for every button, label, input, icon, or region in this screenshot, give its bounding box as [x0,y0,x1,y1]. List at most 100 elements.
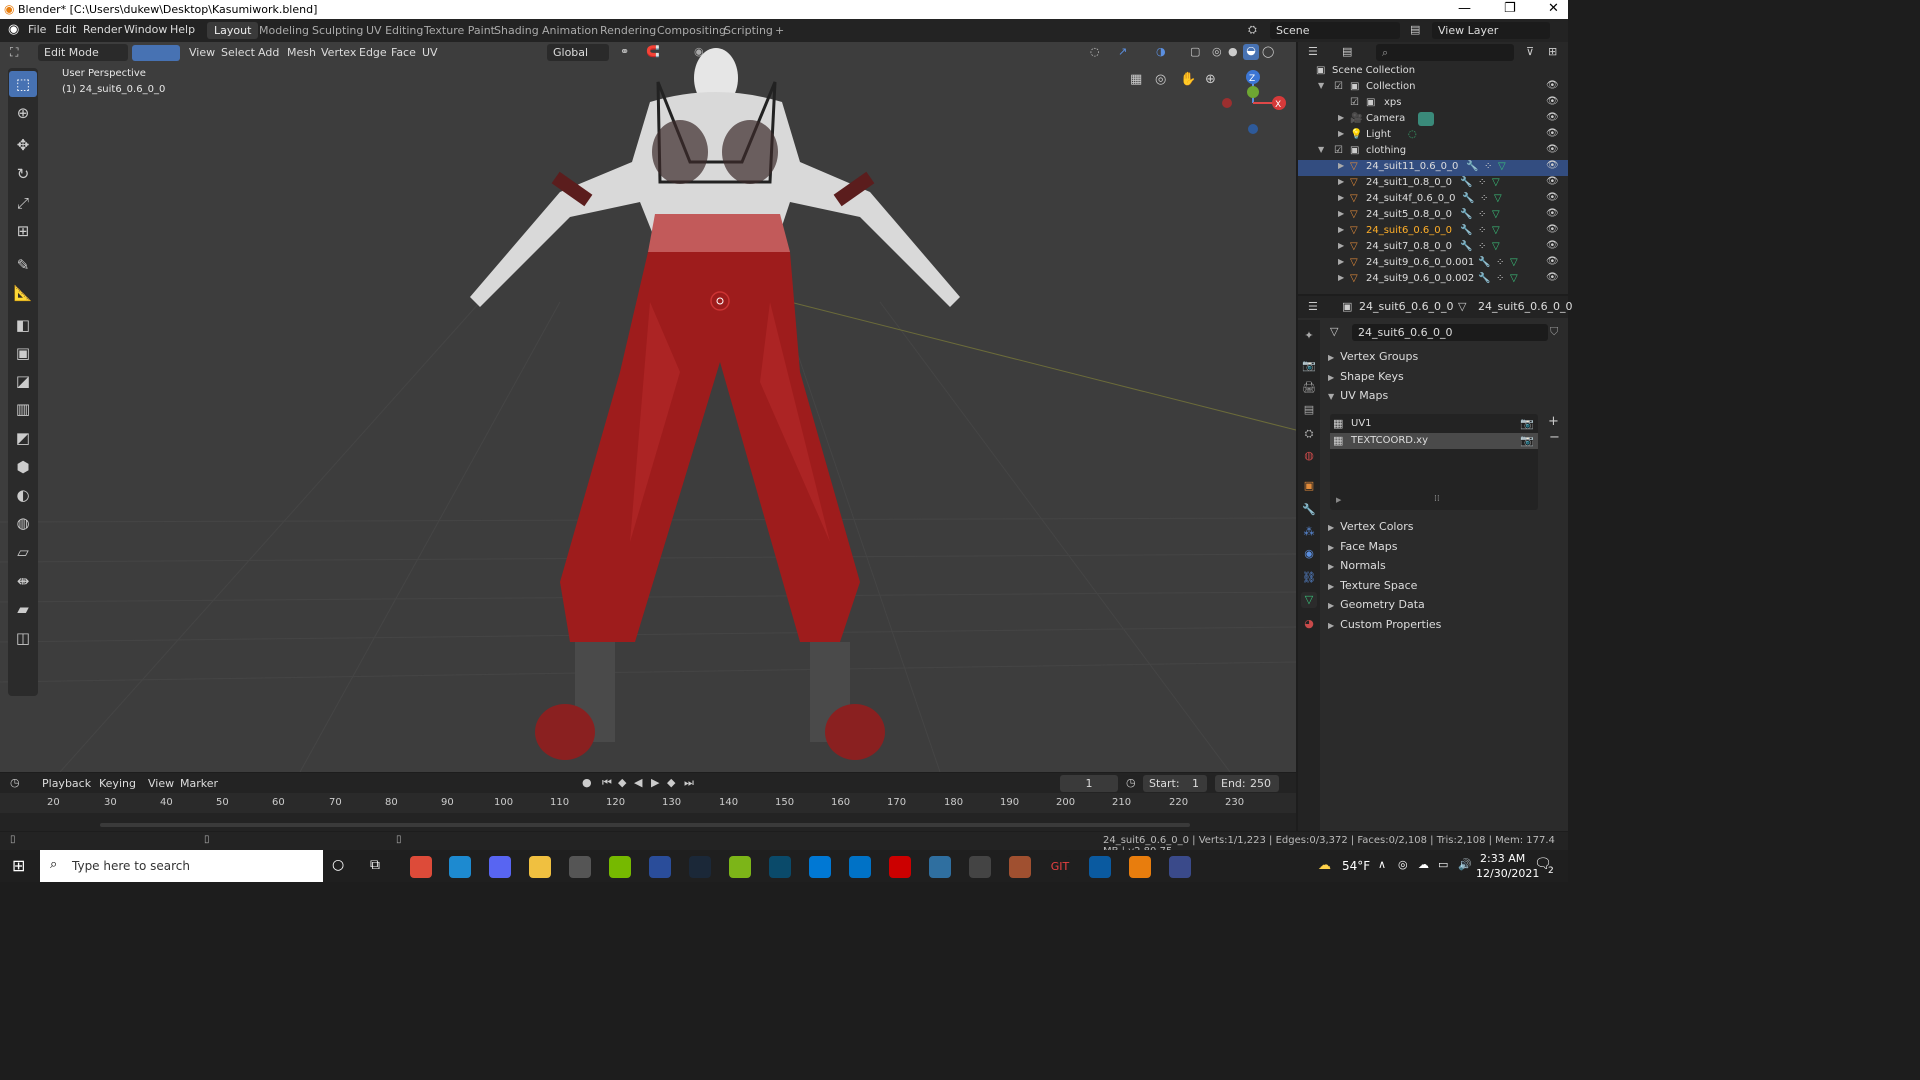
outliner-row[interactable]: ▼ ☑ ▣ clothing 👁 [1298,144,1568,160]
camera-view-icon[interactable]: ◎ [1155,72,1166,87]
outliner-row[interactable]: ▶ ▽ 24_suit4f_0.6_0_0 🔧 ⁘ ▽ 👁 [1298,192,1568,208]
outliner-row[interactable]: ▶ ▽ 24_suit7_0.8_0_0 🔧 ⁘ ▽ 👁 [1298,240,1568,256]
pivot-icon[interactable]: ⚭ [620,45,629,58]
snap-icon[interactable]: 🧲 [646,45,660,58]
measure-icon[interactable]: 📐 [9,280,37,306]
eye-icon[interactable]: 👁 [1546,80,1559,91]
world-tab-icon[interactable]: ◍ [1301,448,1317,464]
mesh-data-icon[interactable]: ▽ [1492,225,1500,236]
outliner-search-input[interactable]: ⌕ [1376,44,1514,61]
eye-icon[interactable]: 👁 [1546,128,1559,139]
vertex-groups-icon[interactable]: ⁘ [1478,225,1486,236]
outliner-row[interactable]: ☑ ▣ xps 👁 [1298,96,1568,112]
play-icon[interactable]: ▶ [651,776,659,789]
rip-region-icon[interactable]: ◫ [9,625,37,651]
list-resize-handle-icon[interactable]: ⁞⁞ [1434,494,1440,504]
start-frame-field[interactable]: Start: 1 [1143,775,1207,792]
outliner-row[interactable]: ▼ ☑ ▣ Collection 👁 [1298,80,1568,96]
record-icon[interactable]: ● [582,776,592,789]
poly-build-icon[interactable]: ⬢ [9,454,37,480]
modifier-icon[interactable]: 🔧 [1466,161,1478,172]
mesh-data-icon[interactable]: ▽ [1492,209,1500,220]
checkbox-icon[interactable]: ☑ [1334,81,1343,92]
checkbox-icon[interactable]: ☑ [1334,145,1343,156]
menu-keying[interactable]: Keying [93,775,142,792]
outliner-row[interactable]: ▶ ▽ 24_suit9_0.6_0_0.002 🔧 ⁘ ▽ 👁 [1298,272,1568,288]
annotate-icon[interactable]: ✎ [9,252,37,278]
section-face-maps[interactable]: ▶ Face Maps [1328,540,1397,558]
menu-playback[interactable]: Playback [36,775,97,792]
expand-chevron-icon[interactable]: ▶ [1338,209,1344,218]
taskbar-search-box[interactable]: ⌕ Type here to search [40,850,323,882]
mesh-name-field[interactable]: 24_suit6_0.6_0_0 [1352,324,1548,341]
app-icon[interactable] [969,856,991,878]
mesh-data-icon[interactable]: ▽ [1492,177,1500,188]
expand-chevron-icon[interactable]: ▼ [1318,81,1324,90]
select-mode-buttons[interactable] [132,45,180,61]
expand-chevron-icon[interactable]: ▶ [1338,273,1344,282]
vertex-groups-icon[interactable]: ⁘ [1496,273,1504,284]
wireframe-shading-icon[interactable]: ◎ [1212,45,1222,58]
expand-chevron-icon[interactable]: ▼ [1318,145,1324,154]
proportional-edit-icon[interactable]: ◉ [694,45,704,58]
cursor-icon[interactable]: ⊕ [9,100,37,126]
shear-icon[interactable]: ▰ [9,596,37,622]
maximize-button[interactable]: ❐ [1504,1,1516,16]
eye-icon[interactable]: 👁 [1546,112,1559,123]
mail-icon[interactable] [849,856,871,878]
frame-ruler[interactable] [0,793,1296,813]
eye-icon[interactable]: 👁 [1546,208,1559,219]
outliner-row[interactable]: ▶ 💡 Light ◌ 👁 [1298,128,1568,144]
smooth-icon[interactable]: ◍ [9,510,37,536]
bevel-icon[interactable]: ◪ [9,368,37,394]
eye-icon[interactable]: 👁 [1546,240,1559,251]
modifier-icon[interactable]: 🔧 [1460,241,1472,252]
scene-field[interactable]: Scene [1270,22,1400,39]
app-icon[interactable] [649,856,671,878]
new-collection-icon[interactable]: ⊞ [1548,45,1557,58]
list-expand-icon[interactable]: ▶ [1336,496,1341,504]
next-keyframe-icon[interactable]: ◆ [667,776,675,789]
app-icon[interactable] [1009,856,1031,878]
editor-type-icon[interactable]: ⛶ [10,45,18,60]
scene-tab-icon[interactable]: ⛭ [1301,426,1317,442]
light-data-icon[interactable]: ◌ [1408,129,1417,140]
timeline-editor-icon[interactable]: ◷ [10,776,20,789]
expand-chevron-icon[interactable]: ▶ [1338,225,1344,234]
prev-keyframe-icon[interactable]: ◆ [618,776,626,789]
data-tab-icon[interactable]: ▽ [1301,592,1317,608]
menu-uv[interactable]: UV [416,44,444,61]
vertex-groups-icon[interactable]: ⁘ [1478,209,1486,220]
expand-chevron-icon[interactable]: ▶ [1338,161,1344,170]
app-icon[interactable] [1089,856,1111,878]
task-view-icon[interactable]: ⧉ [370,857,380,873]
end-frame-field[interactable]: End: 250 [1215,775,1279,792]
nvidia-icon[interactable] [609,856,631,878]
close-button[interactable]: ✕ [1548,1,1559,16]
add-workspace-button[interactable]: + [768,22,791,39]
render-tab-icon[interactable]: 📷 [1301,358,1317,374]
store-icon[interactable] [809,856,831,878]
eye-icon[interactable]: 👁 [1546,256,1559,267]
mode-selector[interactable]: Edit Mode [38,44,128,61]
eye-icon[interactable]: 👁 [1546,144,1559,155]
expand-chevron-icon[interactable]: ▶ [1338,193,1344,202]
timeline-scrollbar[interactable] [100,823,1190,827]
section-geometry-data[interactable]: ▶ Geometry Data [1328,598,1425,616]
material-shading-icon[interactable]: ◒ [1243,44,1259,60]
outliner-row[interactable]: ▶ ▽ 24_suit5_0.8_0_0 🔧 ⁘ ▽ 👁 [1298,208,1568,224]
mesh-data-icon[interactable]: ▽ [1510,257,1518,268]
eye-icon[interactable]: 👁 [1546,192,1559,203]
inset-icon[interactable]: ▣ [9,340,37,366]
uv-map-item-selected[interactable]: ▦ TEXTCOORD.xy 📷 [1330,433,1538,449]
app-icon[interactable] [1169,856,1191,878]
jump-start-icon[interactable]: ⏮ [602,776,612,790]
zoom-icon[interactable]: ⊕ [1205,72,1216,87]
modifier-icon[interactable]: 🔧 [1462,193,1474,204]
section-texture-space[interactable]: ▶ Texture Space [1328,579,1417,597]
vertex-groups-icon[interactable]: ⁘ [1480,193,1488,204]
section-normals[interactable]: ▶ Normals [1328,559,1386,577]
menu-marker[interactable]: Marker [174,775,224,792]
add-uv-map-button[interactable]: + [1548,414,1559,429]
move-icon[interactable]: ✥ [9,132,37,158]
